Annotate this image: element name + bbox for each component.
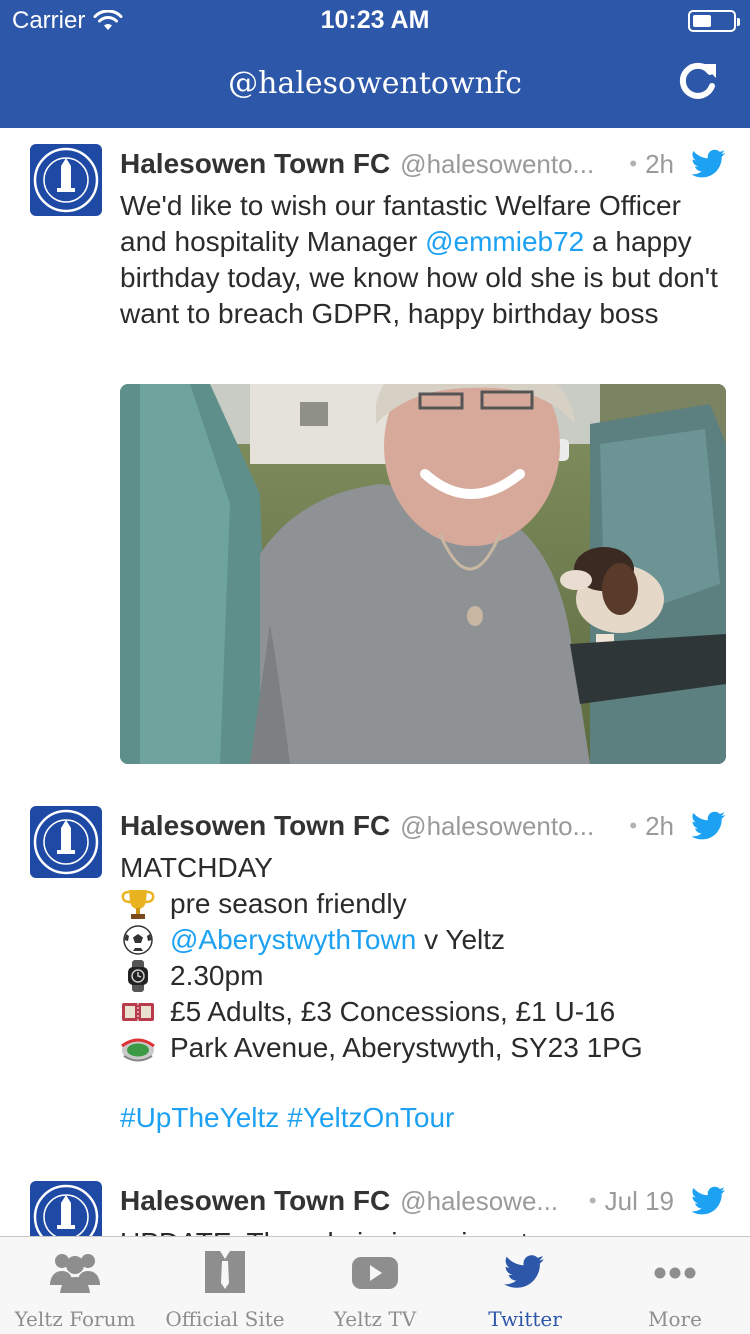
tab-yeltz-forum[interactable]: Yeltz Forum bbox=[0, 1237, 150, 1334]
separator-dot: • bbox=[588, 1188, 597, 1213]
tweet-card[interactable]: Halesowen Town FC @halesowento... • 2h W… bbox=[0, 128, 750, 788]
hashtag-link[interactable]: #YeltzOnTour bbox=[287, 1100, 454, 1136]
tweet-header: Halesowen Town FC @halesowe... • Jul 19 bbox=[120, 1181, 726, 1221]
tab-label: Yeltz Forum bbox=[14, 1307, 136, 1331]
mention-link[interactable]: @AberystwythTown bbox=[170, 922, 416, 958]
tweet-text-part: UPDATE: The admission price at bbox=[120, 1227, 528, 1236]
top-bar: Carrier 10:23 AM @halesowentownfc bbox=[0, 0, 750, 128]
tweet-text: We'd like to wish our fantastic Welfare … bbox=[120, 188, 726, 332]
club-crest-avatar[interactable] bbox=[30, 144, 102, 216]
tweet-text: UPDATE: The admission price at bbox=[120, 1225, 726, 1236]
twitter-bird-icon[interactable] bbox=[692, 1186, 726, 1216]
tweet-card[interactable]: Halesowen Town FC @halesowe... • Jul 19 … bbox=[0, 1165, 750, 1236]
tweet-line: #UpTheYeltz #YeltzOnTour bbox=[120, 1100, 726, 1136]
tweet-text: MATCHDAY pre season friendly @Aberystwyt… bbox=[120, 850, 726, 1136]
tab-twitter[interactable]: Twitter bbox=[450, 1237, 600, 1334]
author-name[interactable]: Halesowen Town FC bbox=[120, 1185, 390, 1217]
kit-icon bbox=[205, 1251, 245, 1293]
tweet-line-text: Park Avenue, Aberystwyth, SY23 1PG bbox=[170, 1032, 643, 1063]
tab-label: More bbox=[648, 1307, 702, 1331]
author-handle[interactable]: @halesowento... bbox=[400, 811, 615, 842]
tweet-photo[interactable] bbox=[120, 384, 726, 764]
club-crest-avatar[interactable] bbox=[30, 1181, 102, 1236]
separator-dot: • bbox=[629, 151, 638, 176]
more-dots-icon bbox=[654, 1267, 696, 1279]
tab-label: Twitter bbox=[488, 1307, 562, 1331]
tab-more[interactable]: More bbox=[600, 1237, 750, 1334]
watch-icon bbox=[128, 960, 148, 992]
hashtag-link[interactable]: #UpTheYeltz bbox=[120, 1100, 279, 1136]
status-bar: Carrier 10:23 AM bbox=[0, 0, 750, 40]
tweet-line: £5 Adults, £3 Concessions, £1 U-16 bbox=[120, 994, 726, 1030]
author-handle[interactable]: @halesowento... bbox=[400, 149, 615, 180]
matchday-heading: MATCHDAY bbox=[120, 852, 273, 883]
soccer-ball-icon bbox=[123, 925, 153, 955]
tweet-line: Park Avenue, Aberystwyth, SY23 1PG bbox=[120, 1030, 726, 1066]
tab-official-site[interactable]: Official Site bbox=[150, 1237, 300, 1334]
separator-dot: • bbox=[629, 813, 638, 838]
tweet-header: Halesowen Town FC @halesowento... • 2h bbox=[120, 144, 726, 184]
tweet-line: MATCHDAY bbox=[120, 850, 726, 886]
tweet-line: pre season friendly bbox=[120, 886, 726, 922]
tweet-line-text: £5 Adults, £3 Concessions, £1 U-16 bbox=[170, 996, 616, 1027]
tweet-line-text: pre season friendly bbox=[170, 888, 407, 919]
tweet-time: 2h bbox=[645, 148, 674, 179]
tab-label: Yeltz TV bbox=[333, 1307, 417, 1331]
play-icon bbox=[352, 1257, 398, 1289]
author-name[interactable]: Halesowen Town FC bbox=[120, 148, 390, 180]
twitter-bird-icon bbox=[504, 1255, 544, 1288]
trophy-icon bbox=[121, 890, 155, 919]
tab-bar: Yeltz Forum Official Site Yeltz TV Twitt… bbox=[0, 1236, 750, 1334]
twitter-bird-icon[interactable] bbox=[692, 149, 726, 179]
tweet-line: @AberystwythTown v Yeltz bbox=[120, 922, 726, 958]
refresh-icon[interactable] bbox=[676, 58, 720, 102]
tweet-card[interactable]: Halesowen Town FC @halesowento... • 2h M… bbox=[0, 790, 750, 1160]
club-crest-avatar[interactable] bbox=[30, 806, 102, 878]
tweet-line-text: 2.30pm bbox=[170, 960, 264, 991]
nav-title: @halesowentownfc bbox=[228, 66, 522, 101]
tweet-feed[interactable]: Halesowen Town FC @halesowento... • 2h W… bbox=[0, 128, 750, 1236]
tab-label: Official Site bbox=[165, 1307, 285, 1331]
tweet-line-text: v Yeltz bbox=[416, 924, 506, 955]
author-handle[interactable]: @halesowe... bbox=[400, 1186, 575, 1217]
status-time: 10:23 AM bbox=[320, 6, 430, 34]
author-name[interactable]: Halesowen Town FC bbox=[120, 810, 390, 842]
ticket-icon bbox=[122, 1003, 154, 1021]
mention-link[interactable]: @emmieb72 bbox=[425, 226, 584, 257]
battery-icon bbox=[688, 10, 740, 32]
twitter-bird-icon[interactable] bbox=[692, 811, 726, 841]
tweet-line: 2.30pm bbox=[120, 958, 726, 994]
stadium-icon bbox=[121, 1038, 155, 1062]
tweet-header: Halesowen Town FC @halesowento... • 2h bbox=[120, 806, 726, 846]
tweet-time: 2h bbox=[645, 810, 674, 841]
tab-yeltz-tv[interactable]: Yeltz TV bbox=[300, 1237, 450, 1334]
people-icon bbox=[50, 1254, 100, 1293]
tweet-time: Jul 19 bbox=[604, 1185, 674, 1216]
